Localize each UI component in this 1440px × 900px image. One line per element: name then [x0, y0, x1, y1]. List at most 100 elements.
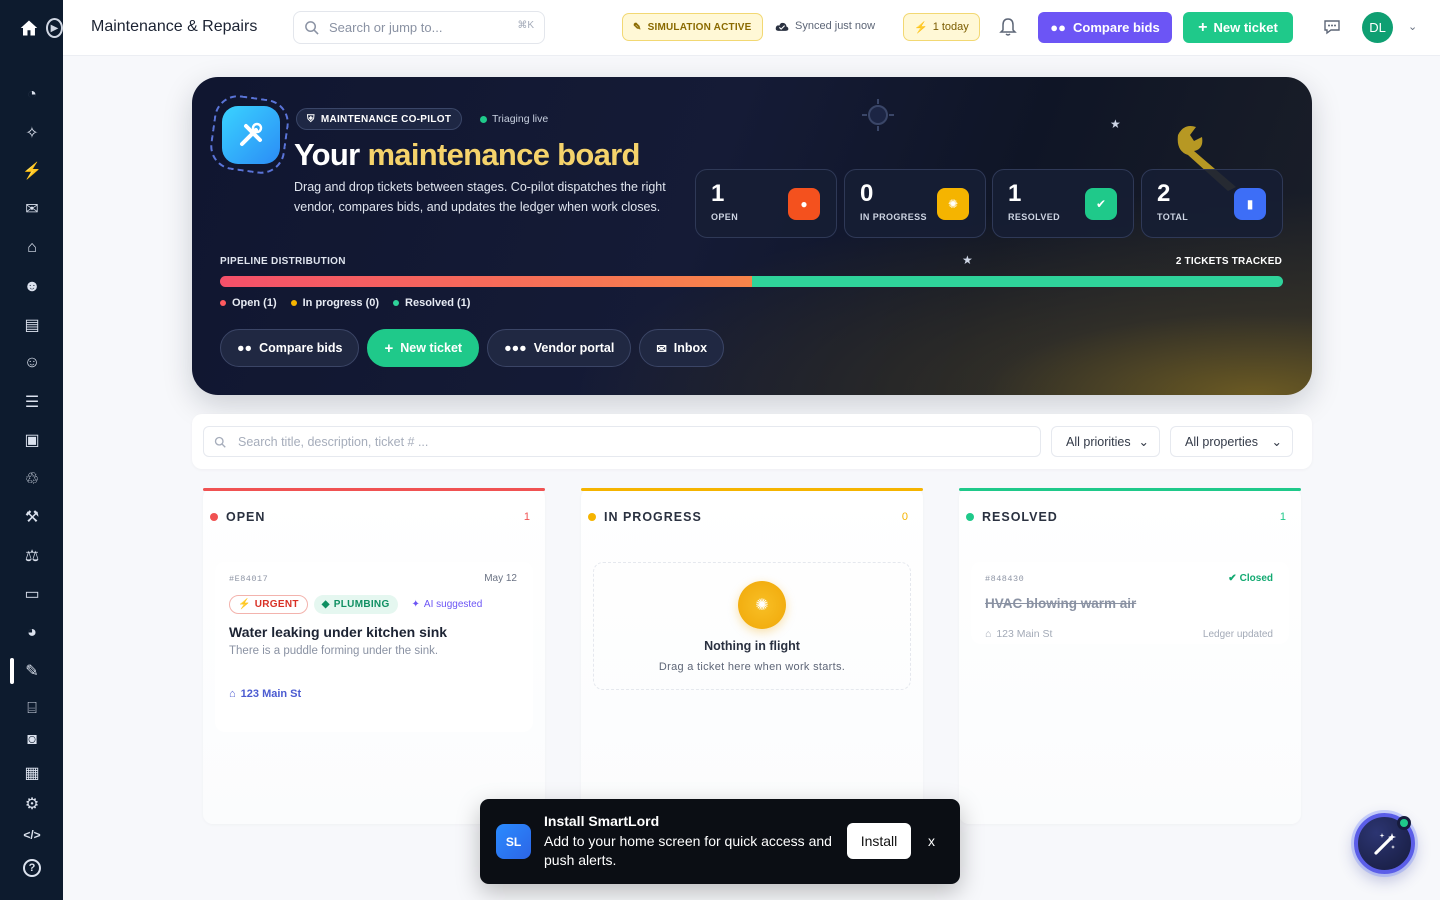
page-title: Maintenance & Repairs [91, 18, 258, 35]
money-icon[interactable]: ▣ [21, 429, 43, 451]
chat-icon[interactable] [1323, 18, 1341, 36]
new-ticket-button[interactable]: + New ticket [1183, 12, 1293, 43]
property-select-value: All properties [1185, 434, 1258, 449]
users-icon[interactable]: ☻ [21, 276, 43, 298]
stat-value: 1 [711, 180, 725, 207]
pipeline-label: PIPELINE DISTRIBUTION [220, 256, 346, 267]
today-badge[interactable]: ⚡ 1 today [903, 13, 980, 41]
stat-card-open[interactable]: 1 OPEN ● [695, 169, 837, 238]
close-toast-button[interactable]: x [928, 833, 935, 849]
code-icon[interactable]: </> [21, 824, 43, 846]
empty-subtitle: Drag a ticket here when work starts. [658, 661, 846, 673]
document-icon[interactable]: ▤ [21, 314, 43, 336]
column-open: OPEN 1 #E84017 May 12 ⚡ URGENT ◆ PLUMBIN… [203, 488, 545, 824]
new-ticket-action[interactable]: + New ticket [367, 329, 480, 367]
hero-title-prefix: Your [294, 137, 360, 172]
bolt-icon: ⚡ [238, 599, 251, 610]
plumbing-tag: ◆ PLUMBING [313, 595, 398, 614]
chart-pie-icon[interactable]: ◕ [21, 622, 43, 644]
group-icon: ●●● [504, 341, 527, 355]
magic-icon: ✦ [411, 599, 420, 610]
empty-drop-zone[interactable]: ✺ Nothing in flight Drag a ticket here w… [593, 562, 911, 690]
spinner-icon: ✺ [738, 581, 786, 629]
stat-label: IN PROGRESS [860, 212, 927, 222]
vendor-portal-action[interactable]: ●●● Vendor portal [487, 329, 632, 367]
scale-icon[interactable]: ⚖ [21, 545, 43, 567]
sidebar: ▶ ◔ ✧ ⚡ ✉ ⌂ ☻ ▤ ☺ ☰ ▣ ♲ ⚒ ⚖ ▭ ◕ ✎ ⌸ ◙ ▦ ⚙ </>? [0, 0, 63, 900]
live-dot [480, 115, 487, 123]
closed-status-label: Closed [1239, 573, 1273, 584]
ticket-title: HVAC blowing warm air [985, 596, 1137, 611]
urgent-tag: ⚡ URGENT [229, 595, 308, 614]
mail-icon[interactable]: ✉ [21, 198, 43, 220]
avatar[interactable]: DL [1362, 12, 1393, 43]
inbox-action[interactable]: ✉ Inbox [639, 329, 725, 367]
column-header: IN PROGRESS 0 [588, 502, 909, 532]
hammer-icon[interactable]: ⚒ [21, 506, 43, 528]
compare-bids-button[interactable]: ●● Compare bids [1038, 12, 1172, 43]
stat-card-total[interactable]: 2 TOTAL ▮ [1141, 169, 1283, 238]
receipt-icon[interactable]: ▦ [21, 762, 43, 784]
pencil-icon: ✎ [633, 21, 642, 33]
stat-card-in-progress[interactable]: 0 IN PROGRESS ✺ [844, 169, 986, 238]
dashboard-pie-icon[interactable]: ◔ [21, 84, 43, 106]
stat-card-resolved[interactable]: 1 RESOLVED ✔ [992, 169, 1134, 238]
legend-dot [220, 300, 226, 306]
stat-value: 0 [860, 180, 874, 207]
chevron-down-icon[interactable]: ⌄ [1408, 20, 1417, 33]
people-icon: ●● [237, 341, 253, 355]
plus-icon: + [384, 339, 394, 357]
install-button[interactable]: Install [847, 823, 911, 859]
magic-wand-icon[interactable]: ✧ [21, 122, 43, 144]
compare-bids-action[interactable]: ●● Compare bids [220, 329, 360, 367]
people-icon: ●● [1050, 20, 1067, 35]
ticket-description: There is a puddle forming under the sink… [229, 645, 439, 657]
wrench-icon[interactable]: ✎ [21, 660, 43, 682]
bell-icon[interactable] [999, 17, 1017, 37]
stat-value: 1 [1008, 180, 1022, 207]
ticket-search-input[interactable]: Search title, description, ticket # ... [203, 426, 1041, 457]
wallet-icon[interactable]: ▭ [21, 583, 43, 605]
ticket-id: #E84017 [229, 574, 269, 584]
copilot-badge: ⛨ MAINTENANCE CO-PILOT [296, 108, 463, 130]
vendor-portal-action-label: Vendor portal [533, 341, 615, 355]
column-accent [581, 488, 923, 491]
stat-icon: ▮ [1234, 188, 1266, 220]
settings-icon[interactable]: ⚙ [21, 793, 43, 815]
column-title: IN PROGRESS [604, 510, 702, 524]
ticket-property[interactable]: ⌂ 123 Main St [229, 688, 301, 700]
legend-item: In progress (0) [290, 297, 379, 309]
hero-description: Drag and drop tickets between stages. Co… [294, 180, 666, 214]
new-ticket-label: New ticket [1213, 20, 1278, 35]
home-icon[interactable]: ⌂ [21, 237, 43, 259]
simulation-badge[interactable]: ✎ SIMULATION ACTIVE [622, 13, 763, 41]
legend-dot [393, 300, 400, 306]
column-dot [966, 513, 974, 521]
bolt-icon[interactable]: ⚡ [21, 160, 43, 182]
column-title: RESOLVED [982, 510, 1058, 524]
help-icon[interactable]: ? [23, 859, 41, 877]
ticket-card[interactable]: #848430 ✔ Closed HVAC blowing warm air ⌂… [971, 562, 1289, 644]
property-select[interactable]: All properties ⌄ [1170, 426, 1293, 457]
list-icon[interactable]: ☰ [21, 391, 43, 413]
bank-icon[interactable]: ⌸ [21, 698, 43, 720]
hero-actions: ●● Compare bids + New ticket ●●● Vendor … [220, 329, 725, 367]
pipeline-bar [220, 276, 1283, 287]
stat-label: RESOLVED [1008, 212, 1061, 222]
synced-label: Synced just now [795, 20, 876, 32]
ticket-search-placeholder: Search title, description, ticket # ... [238, 434, 429, 449]
priority-select[interactable]: All priorities ⌄ [1051, 426, 1160, 457]
check-circle-icon: ✔ [1228, 573, 1237, 584]
bolt-icon: ⚡ [914, 21, 928, 34]
column-accent [203, 488, 545, 491]
compare-bids-action-label: Compare bids [259, 341, 343, 355]
add-user-icon[interactable]: ☺ [21, 352, 43, 374]
ticket-property: ⌂ 123 Main St [985, 628, 1052, 640]
id-card-icon[interactable]: ◙ [21, 729, 43, 751]
legend-item: Open (1) [220, 297, 277, 309]
handshake-icon[interactable]: ♲ [21, 468, 43, 490]
ticket-card[interactable]: #E84017 May 12 ⚡ URGENT ◆ PLUMBING ✦ AI … [215, 562, 533, 732]
active-nav-indicator [10, 658, 14, 684]
global-search[interactable]: Search or jump to... ⌘K [293, 11, 545, 44]
tools-logo-icon [222, 106, 280, 164]
